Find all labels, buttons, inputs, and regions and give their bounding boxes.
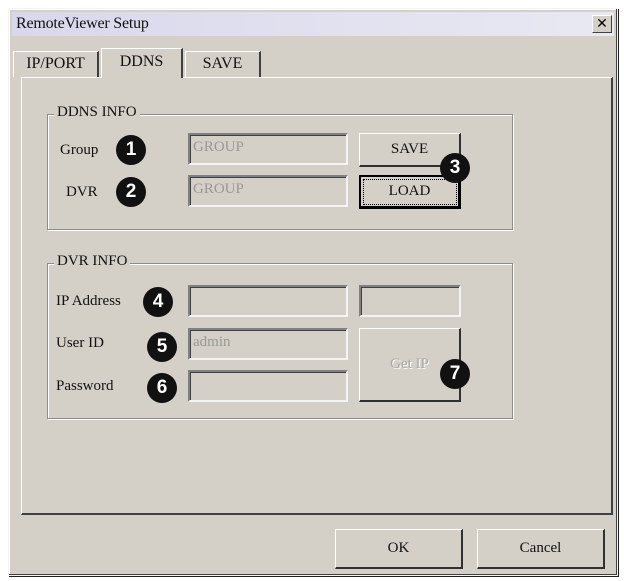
tab-ddns[interactable]: DDNS [101,48,183,78]
remoteviewer-setup-dialog: RemoteViewer Setup ✕ IP/PORT DDNS SAVE D… [8,8,618,576]
user-id-field[interactable]: admin [188,328,348,360]
close-icon: ✕ [596,16,608,32]
user-id-label: User ID [56,335,104,351]
ddns-info-group: DDNS INFO Group 1 GROUP DVR 2 GROUP SAVE… [47,104,513,230]
window-title: RemoteViewer Setup [16,15,149,32]
callout-4-badge: 4 [143,287,173,317]
cancel-button-label: Cancel [519,540,562,556]
group-label: Group [60,142,99,158]
tab-ip-port[interactable]: IP/PORT [13,51,99,77]
load-button-label: LOAD [388,183,431,199]
dvr-info-legend: DVR INFO [54,253,131,270]
callout-5-badge: 5 [147,332,177,362]
ddns-info-legend: DDNS INFO [54,104,140,121]
ok-button[interactable]: OK [335,529,463,569]
tab-ip-port-label: IP/PORT [26,55,85,72]
cancel-button[interactable]: Cancel [477,529,605,569]
password-label: Password [56,378,114,394]
callout-1-badge: 1 [116,135,146,165]
get-ip-button-label: Get IP [390,356,429,372]
ip-address-field[interactable] [188,285,348,317]
dvr-info-group: DVR INFO IP Address 4 User ID 5 admin Pa… [47,253,513,419]
title-bar[interactable]: RemoteViewer Setup ✕ [12,12,614,36]
close-button[interactable]: ✕ [592,15,612,33]
tab-save-label: SAVE [202,55,243,72]
callout-3-badge: 3 [440,153,470,183]
dvr-label: DVR [66,184,98,200]
ddns-tab-panel: DDNS INFO Group 1 GROUP DVR 2 GROUP SAVE… [21,77,613,515]
password-field[interactable] [188,370,348,402]
port-field[interactable] [359,285,461,317]
tab-save[interactable]: SAVE [185,51,261,77]
ok-button-label: OK [387,540,410,556]
ip-address-label: IP Address [56,293,121,309]
save-button-label: SAVE [390,141,429,157]
callout-6-badge: 6 [147,373,177,403]
tab-ddns-label: DDNS [119,53,164,70]
callout-2-badge: 2 [116,177,146,207]
group-field[interactable]: GROUP [188,133,348,165]
callout-7-badge: 7 [440,359,470,389]
dvr-field[interactable]: GROUP [188,175,348,207]
